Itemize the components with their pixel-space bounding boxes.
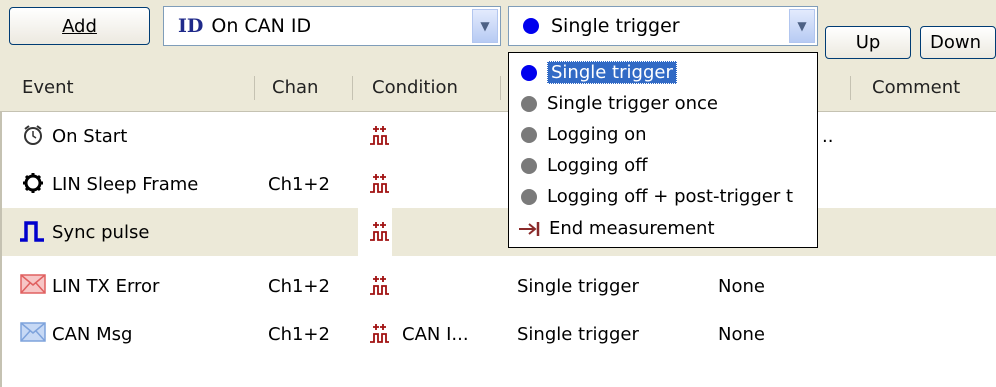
chan-cell: Ch1+2 xyxy=(268,173,330,195)
dropdown-option-logging-off[interactable]: Logging off xyxy=(509,150,817,181)
down-button[interactable]: Down xyxy=(920,26,996,59)
dropdown-option-single-trigger-once[interactable]: Single trigger once xyxy=(509,88,817,119)
dropdown-option-logging-off-post-trigger[interactable]: Logging off + post-trigger t xyxy=(509,181,817,212)
gray-dot-icon xyxy=(521,126,537,143)
error-envelope-icon xyxy=(20,274,46,294)
action-dropdown-list: Single trigger Single trigger once Loggi… xyxy=(508,52,818,248)
dropdown-option-label: End measurement xyxy=(549,218,715,239)
up-button-label: Up xyxy=(855,32,881,53)
pulse-icon xyxy=(20,221,44,242)
condition-icon xyxy=(370,276,389,295)
action-cell: Single trigger xyxy=(517,323,639,345)
dropdown-option-single-trigger[interactable]: Single trigger xyxy=(509,57,817,88)
action-select-value: Single trigger xyxy=(551,15,680,37)
dropdown-option-label: Logging on xyxy=(547,124,647,145)
table-row[interactable]: LIN Sleep Frame Ch1+2 xyxy=(0,160,996,208)
gear-icon xyxy=(23,173,43,193)
dropdown-option-label: Single trigger once xyxy=(547,93,718,114)
comment-cell: None xyxy=(718,323,765,345)
chan-cell: Ch1+2 xyxy=(268,323,330,345)
table-row[interactable]: CAN Msg Ch1+2 CAN I... Single trigger No… xyxy=(0,310,996,358)
add-button[interactable]: Add xyxy=(9,7,150,45)
event-cell: Sync pulse xyxy=(52,221,150,243)
add-button-label: Add xyxy=(62,15,97,37)
column-header-chan[interactable]: Chan xyxy=(272,64,318,111)
column-header-event[interactable]: Event xyxy=(22,64,74,111)
gray-dot-icon xyxy=(521,157,537,174)
up-button[interactable]: Up xyxy=(825,26,911,59)
chan-cell: Ch1+2 xyxy=(268,275,330,297)
column-separator[interactable] xyxy=(850,76,851,100)
chevron-down-icon[interactable]: ▼ xyxy=(789,9,815,43)
event-type-select[interactable]: ID On CAN ID ▼ xyxy=(163,6,501,46)
column-header-comment[interactable]: Comment xyxy=(872,64,960,111)
dropdown-option-end-measurement[interactable]: End measurement xyxy=(509,213,817,244)
truncated-cell: .. xyxy=(822,125,834,147)
event-cell: CAN Msg xyxy=(52,323,133,345)
alarm-clock-icon xyxy=(24,125,42,145)
column-separator[interactable] xyxy=(500,76,501,100)
condition-icon xyxy=(370,126,389,145)
condition-icon xyxy=(370,174,389,193)
column-separator[interactable] xyxy=(254,76,255,100)
event-type-value: On CAN ID xyxy=(211,15,312,37)
action-cell: Single trigger xyxy=(517,275,639,297)
gray-dot-icon xyxy=(521,95,537,112)
toolbar: Add ID On CAN ID ▼ Single trigger ▼ Up D… xyxy=(0,0,996,64)
gray-dot-icon xyxy=(521,188,537,205)
dropdown-option-label: Single trigger xyxy=(547,61,677,84)
blue-dot-icon xyxy=(523,18,539,34)
event-cell: LIN Sleep Frame xyxy=(52,173,199,195)
comment-cell: None xyxy=(718,275,765,297)
event-cell: On Start xyxy=(52,125,128,147)
condition-icon xyxy=(370,222,389,241)
condition-cell: CAN I... xyxy=(402,323,469,345)
id-logo-icon: ID xyxy=(178,15,204,37)
table-row[interactable]: On Start .. xyxy=(0,112,996,160)
table-header: Event Chan Condition Comment xyxy=(0,64,996,112)
table-row[interactable]: LIN TX Error Ch1+2 Single trigger None xyxy=(0,262,996,310)
blue-dot-icon xyxy=(521,64,537,81)
condition-icon xyxy=(370,324,389,343)
arrow-to-bar-icon xyxy=(519,221,540,236)
action-select[interactable]: Single trigger ▼ xyxy=(508,6,818,46)
chevron-down-icon[interactable]: ▼ xyxy=(472,9,498,43)
dropdown-option-label: Logging off xyxy=(547,155,648,176)
dropdown-option-logging-on[interactable]: Logging on xyxy=(509,119,817,150)
dropdown-option-label: Logging off + post-trigger t xyxy=(547,186,794,207)
table-row-selected[interactable]: Sync pulse xyxy=(0,208,996,256)
column-header-condition[interactable]: Condition xyxy=(372,64,458,111)
down-button-label: Down xyxy=(930,32,982,53)
column-separator[interactable] xyxy=(352,76,353,100)
envelope-icon xyxy=(20,322,46,342)
event-cell: LIN TX Error xyxy=(52,275,160,297)
table-left-border xyxy=(0,112,2,387)
